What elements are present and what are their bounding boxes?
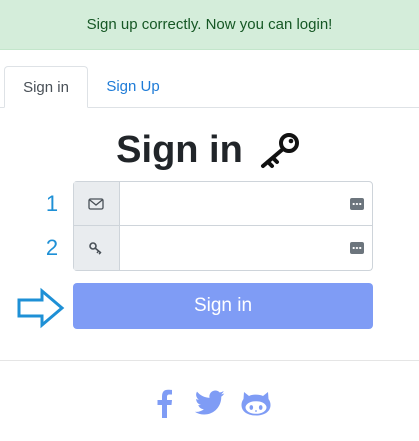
password-addon — [74, 226, 120, 270]
twitter-icon — [194, 390, 224, 415]
email-input-group — [73, 181, 373, 226]
key-icon — [89, 242, 102, 255]
page-title: Sign in — [0, 124, 419, 176]
password-input-group — [73, 226, 373, 271]
alert-message: Sign up correctly. Now you can login! — [86, 16, 333, 33]
tab-sign-in[interactable]: Sign in — [4, 66, 88, 108]
github-icon — [241, 392, 270, 416]
auth-tabs: Sign in Sign Up — [0, 66, 419, 108]
twitter-button[interactable] — [194, 387, 226, 419]
facebook-icon — [157, 389, 172, 418]
password-manager-icon[interactable] — [343, 182, 372, 225]
github-button[interactable] — [240, 387, 272, 419]
arrow-right-outline-icon — [17, 287, 65, 329]
password-field[interactable] — [119, 226, 343, 270]
tab-sign-up[interactable]: Sign Up — [92, 66, 174, 107]
annotation-number-2: 2 — [45, 235, 59, 260]
envelope-icon — [88, 197, 105, 210]
email-field[interactable] — [119, 182, 343, 225]
annotation-number-1: 1 — [45, 191, 59, 216]
password-manager-icon[interactable] — [343, 226, 372, 270]
key-icon — [260, 133, 299, 168]
email-addon — [74, 182, 120, 225]
sign-in-button[interactable]: Sign in — [73, 283, 373, 329]
divider — [0, 360, 419, 361]
social-login — [0, 385, 419, 421]
facebook-button[interactable] — [148, 387, 180, 419]
page-title-text: Sign in — [116, 128, 243, 171]
success-alert: Sign up correctly. Now you can login! — [0, 0, 419, 50]
